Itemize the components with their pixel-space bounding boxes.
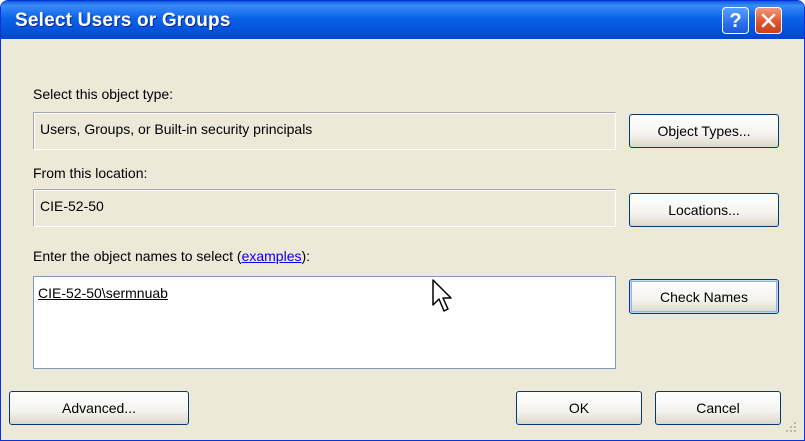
object-names-value: CIE-52-50\sermnuab (38, 285, 168, 301)
cancel-button[interactable]: Cancel (655, 391, 781, 425)
advanced-button[interactable]: Advanced... (9, 391, 189, 425)
close-icon (761, 13, 776, 28)
object-type-label: Select this object type: (33, 86, 174, 102)
mouse-pointer-icon (432, 279, 452, 312)
location-field: CIE-52-50 (33, 189, 616, 227)
object-names-label-suffix: ): (301, 248, 311, 264)
location-label: From this location: (33, 165, 148, 181)
location-value: CIE-52-50 (40, 198, 104, 214)
resize-grip-icon[interactable] (785, 421, 797, 433)
object-type-field: Users, Groups, or Built-in security prin… (33, 112, 616, 150)
object-names-label-prefix: Enter the object names to select ( (33, 248, 242, 264)
check-names-button[interactable]: Check Names (629, 279, 779, 314)
dialog-body: Select this object type: Users, Groups, … (4, 39, 801, 437)
close-button[interactable] (755, 7, 782, 34)
examples-link[interactable]: examples (242, 248, 302, 264)
object-types-button[interactable]: Object Types... (629, 114, 779, 148)
select-users-dialog: Select Users or Groups ? Select this obj… (0, 0, 805, 441)
ok-button[interactable]: OK (516, 391, 642, 425)
help-icon: ? (729, 9, 742, 32)
object-names-input[interactable]: CIE-52-50\sermnuab (33, 276, 616, 369)
window-title: Select Users or Groups (15, 10, 231, 31)
help-button[interactable]: ? (722, 7, 749, 34)
title-bar[interactable]: Select Users or Groups ? (1, 1, 804, 39)
locations-button[interactable]: Locations... (629, 193, 779, 227)
object-type-value: Users, Groups, or Built-in security prin… (40, 121, 313, 137)
object-names-label: Enter the object names to select (exampl… (33, 248, 310, 264)
